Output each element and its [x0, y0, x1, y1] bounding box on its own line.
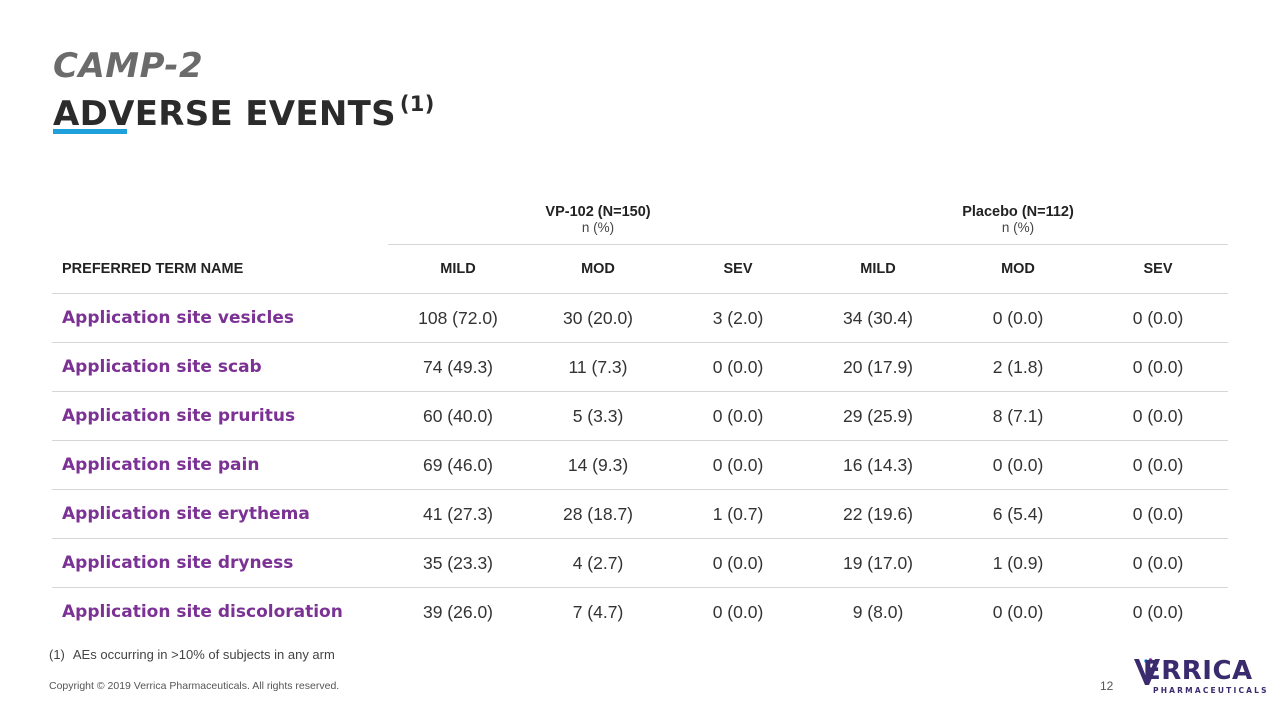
verrica-logo: ERRICA PHARMACEUTICALS — [1133, 655, 1267, 699]
title-heading: ADVERSE EVENTS (1) — [53, 84, 435, 134]
row-term: Application site erythema — [52, 489, 388, 539]
cell-value: 6 (5.4) — [948, 489, 1088, 539]
cell-value: 0 (0.0) — [1088, 489, 1229, 539]
row-term: Application site pain — [52, 440, 388, 490]
footnote-mark: (1) — [49, 647, 65, 662]
cell-value: 4 (2.7) — [528, 538, 668, 588]
unit-header-row: n (%) n (%) — [52, 220, 1229, 245]
cell-value: 0 (0.0) — [668, 391, 808, 441]
table-row: Application site scab 74 (49.3) 11 (7.3)… — [52, 342, 1229, 392]
cell-value: 0 (0.0) — [668, 538, 808, 588]
copyright-notice: Copyright © 2019 Verrica Pharmaceuticals… — [49, 680, 340, 692]
row-term: Application site pruritus — [52, 391, 388, 441]
cell-value: 0 (0.0) — [712, 601, 764, 622]
cell-value: 7 (4.7) — [572, 601, 624, 622]
unit-header-vp102: n (%) — [388, 220, 808, 245]
cell-value: 69 (46.0) — [388, 440, 528, 490]
cell-value: 20 (17.9) — [808, 342, 948, 392]
cell-value: 34 (30.4) — [808, 293, 948, 343]
cell-value: 14 (9.3) — [528, 440, 668, 490]
title-footnote-ref: (1) — [399, 92, 435, 116]
title-heading-text: ADVERSE EVENTS — [53, 94, 396, 134]
table-row: Application site dryness 35 (23.3) 4 (2.… — [52, 538, 1229, 588]
cell-value: 0 (0.0) — [948, 293, 1088, 343]
footnote: (1) AEs occurring in >10% of subjects in … — [49, 647, 335, 662]
cell-value: 0 (0.0) — [992, 601, 1044, 622]
cell-value: 29 (25.9) — [808, 391, 948, 441]
row-term: Application site vesicles — [52, 293, 388, 343]
unit-header-blank — [52, 220, 388, 245]
cell-value: 0 (0.0) — [1088, 293, 1229, 343]
cell-value: 0 (0.0) — [1088, 342, 1229, 392]
column-header-vp102-mod: MOD — [528, 244, 668, 294]
logo-subtitle: PHARMACEUTICALS — [1153, 686, 1269, 695]
cell-value: 9 (8.0) — [852, 601, 904, 622]
column-header-term: PREFERRED TERM NAME — [52, 244, 388, 294]
cell-value: 41 (27.3) — [388, 489, 528, 539]
row-term: Application site discoloration — [62, 602, 343, 622]
table-row: Application site discoloration 39 (26.0)… — [52, 588, 1228, 637]
row-term: Application site dryness — [52, 538, 388, 588]
cell-value: 5 (3.3) — [528, 391, 668, 441]
cell-value: 8 (7.1) — [948, 391, 1088, 441]
table-row: Application site erythema 41 (27.3) 28 (… — [52, 489, 1229, 539]
cell-value: 28 (18.7) — [528, 489, 668, 539]
group-header-blank — [52, 186, 388, 220]
column-header-row: PREFERRED TERM NAME MILD MOD SEV MILD MO… — [52, 244, 1229, 294]
cell-value: 22 (19.6) — [808, 489, 948, 539]
cell-value: 0 (0.0) — [948, 440, 1088, 490]
footnote-text: AEs occurring in >10% of subjects in any… — [72, 647, 335, 662]
cell-value: 19 (17.0) — [808, 538, 948, 588]
page-number: 12 — [1100, 679, 1114, 693]
cell-value: 3 (2.0) — [668, 293, 808, 343]
table-row: Application site pruritus 60 (40.0) 5 (3… — [52, 391, 1229, 441]
group-header-row: VP-102 (N=150) Placebo (N=112) — [52, 186, 1228, 220]
cell-value: 74 (49.3) — [388, 342, 528, 392]
column-header-placebo-sev: SEV — [1088, 244, 1229, 294]
cell-value: 0 (0.0) — [1088, 538, 1229, 588]
unit-header-placebo: n (%) — [808, 220, 1229, 245]
logo-wordmark: ERRICA — [1143, 656, 1253, 686]
column-header-vp102-sev: SEV — [668, 244, 808, 294]
group-header-placebo: Placebo (N=112) — [962, 204, 1074, 220]
cell-value: 2 (1.8) — [948, 342, 1088, 392]
cell-value: 0 (0.0) — [1088, 391, 1229, 441]
cell-value: 30 (20.0) — [528, 293, 668, 343]
adverse-events-table: VP-102 (N=150) Placebo (N=112) n (%) n (… — [52, 186, 1229, 637]
slide-title: CAMP-2 ADVERSE EVENTS (1) — [53, 48, 435, 134]
cell-value: 108 (72.0) — [388, 293, 528, 343]
table-row: Application site vesicles 108 (72.0) 30 … — [52, 293, 1229, 343]
column-header-vp102-mild: MILD — [388, 244, 528, 294]
cell-value: 0 (0.0) — [1088, 440, 1229, 490]
table-row: Application site pain 69 (46.0) 14 (9.3)… — [52, 440, 1229, 490]
cell-value: 16 (14.3) — [808, 440, 948, 490]
cell-value: 11 (7.3) — [528, 342, 668, 392]
cell-value: 1 (0.7) — [668, 489, 808, 539]
group-header-vp102: VP-102 (N=150) — [545, 204, 651, 220]
row-term: Application site scab — [52, 342, 388, 392]
cell-value: 1 (0.9) — [948, 538, 1088, 588]
cell-value: 0 (0.0) — [1132, 601, 1184, 622]
title-study-name: CAMP-2 — [53, 46, 204, 86]
cell-value: 0 (0.0) — [668, 342, 808, 392]
cell-value: 35 (23.3) — [388, 538, 528, 588]
cell-value: 0 (0.0) — [668, 440, 808, 490]
cell-value: 60 (40.0) — [388, 391, 528, 441]
column-header-placebo-mild: MILD — [808, 244, 948, 294]
cell-value: 39 (26.0) — [422, 601, 494, 622]
column-header-placebo-mod: MOD — [948, 244, 1088, 294]
title-accent-bar — [53, 129, 127, 134]
